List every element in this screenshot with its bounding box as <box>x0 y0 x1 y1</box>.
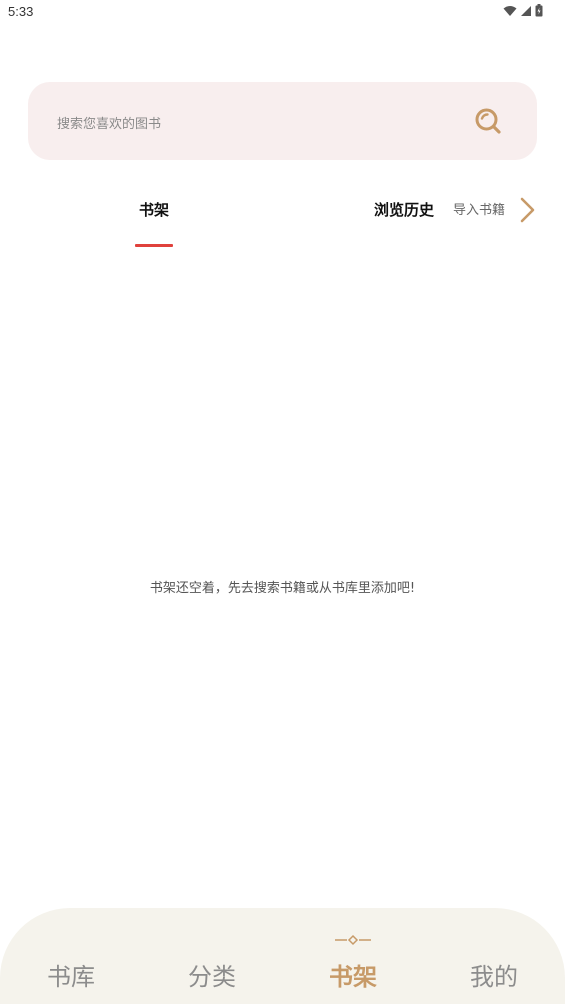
nav-item-library[interactable]: 书库 <box>21 962 121 992</box>
search-icon[interactable] <box>474 107 502 135</box>
nav-item-bookshelf[interactable]: 书架 <box>303 962 403 992</box>
bottom-nav: 书库 分类 书架 我的 <box>0 908 565 1004</box>
import-books-link[interactable]: 导入书籍 <box>453 200 505 222</box>
status-icons <box>503 4 543 17</box>
nav-item-mine[interactable]: 我的 <box>444 962 544 992</box>
search-bar[interactable]: 搜索您喜欢的图书 <box>28 82 537 160</box>
tab-active-indicator <box>135 244 173 247</box>
signal-icon <box>521 5 531 16</box>
chevron-right-icon[interactable] <box>519 196 537 224</box>
nav-item-category[interactable]: 分类 <box>162 962 262 992</box>
status-bar: 5:33 <box>0 0 565 24</box>
tab-shelf-label: 书架 <box>138 201 169 219</box>
tab-shelf[interactable]: 书架 <box>122 200 186 250</box>
status-time: 5:33 <box>8 4 34 19</box>
wifi-icon <box>503 5 517 16</box>
battery-icon <box>535 4 543 17</box>
empty-shelf-message: 书架还空着，先去搜索书籍或从书库里添加吧! <box>149 581 416 596</box>
import-books-label: 导入书籍 <box>453 203 506 218</box>
search-input[interactable]: 搜索您喜欢的图书 <box>57 113 161 132</box>
tab-browse-history[interactable]: 浏览历史 <box>374 200 434 220</box>
nav-ornament-icon <box>335 934 371 946</box>
